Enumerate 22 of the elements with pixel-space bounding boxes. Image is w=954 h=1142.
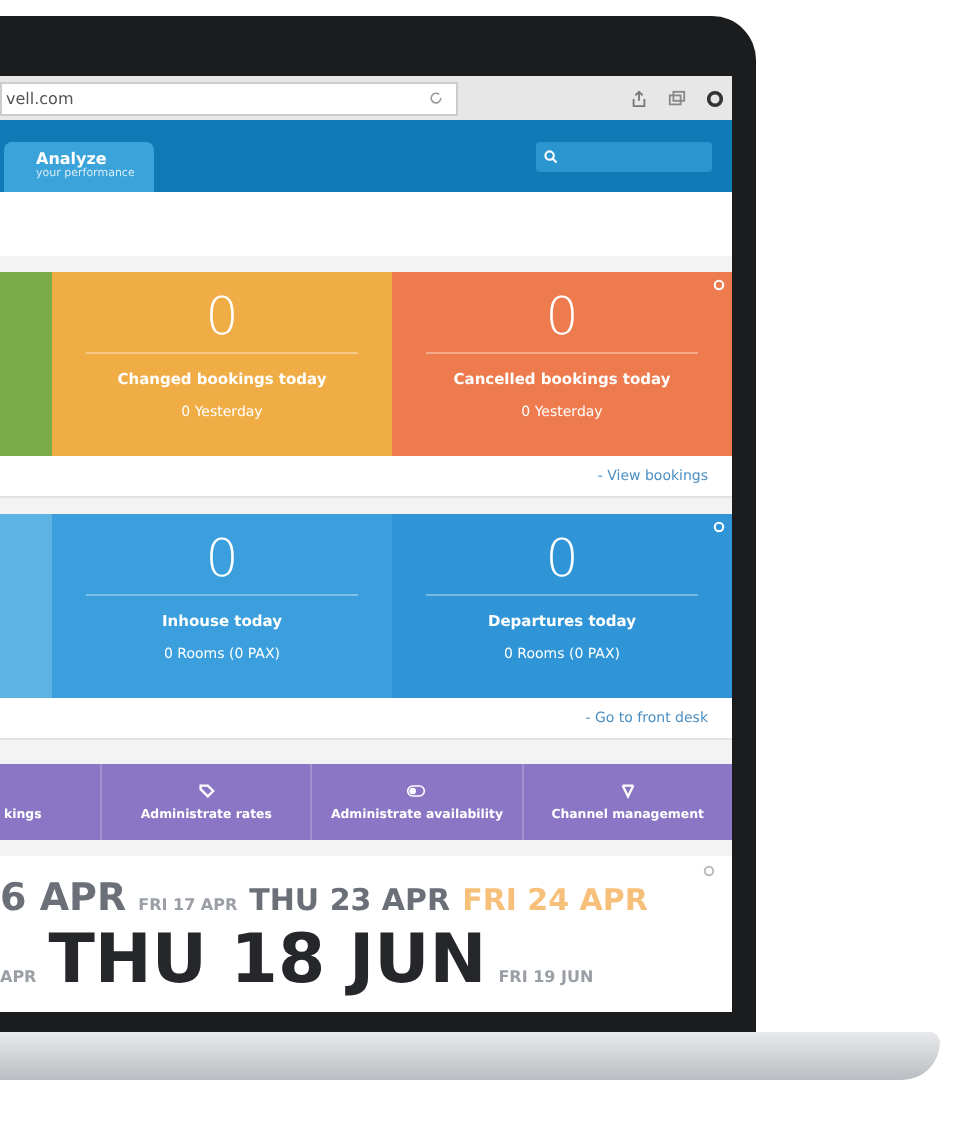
tabs-icon[interactable]	[668, 89, 686, 107]
stat-value: 0	[426, 526, 698, 596]
stat-value: 0	[86, 284, 358, 354]
share-icon[interactable]	[630, 89, 648, 107]
address-bar[interactable]: vell.com	[0, 81, 458, 115]
reload-icon[interactable]	[428, 90, 444, 106]
date-label[interactable]: THU 18 JUN	[48, 920, 487, 1000]
stat-value: 0	[426, 284, 698, 354]
url-text: vell.com	[6, 89, 74, 107]
date-label[interactable]: FRI 19 JUN	[498, 968, 594, 986]
date-label[interactable]: 6 APR	[0, 876, 127, 920]
toggle-icon	[406, 782, 427, 800]
tag-icon	[196, 782, 217, 800]
gear-icon[interactable]	[706, 89, 724, 107]
search-field[interactable]	[536, 141, 712, 171]
date-label[interactable]: THU 23 APR	[249, 882, 451, 918]
date-label[interactable]: APR	[0, 968, 37, 986]
settings-icon[interactable]	[702, 864, 716, 878]
network-icon	[617, 782, 638, 800]
search-icon	[544, 149, 558, 163]
stat-value: 0	[86, 526, 358, 596]
date-label[interactable]: FRI 17 APR	[138, 896, 238, 914]
